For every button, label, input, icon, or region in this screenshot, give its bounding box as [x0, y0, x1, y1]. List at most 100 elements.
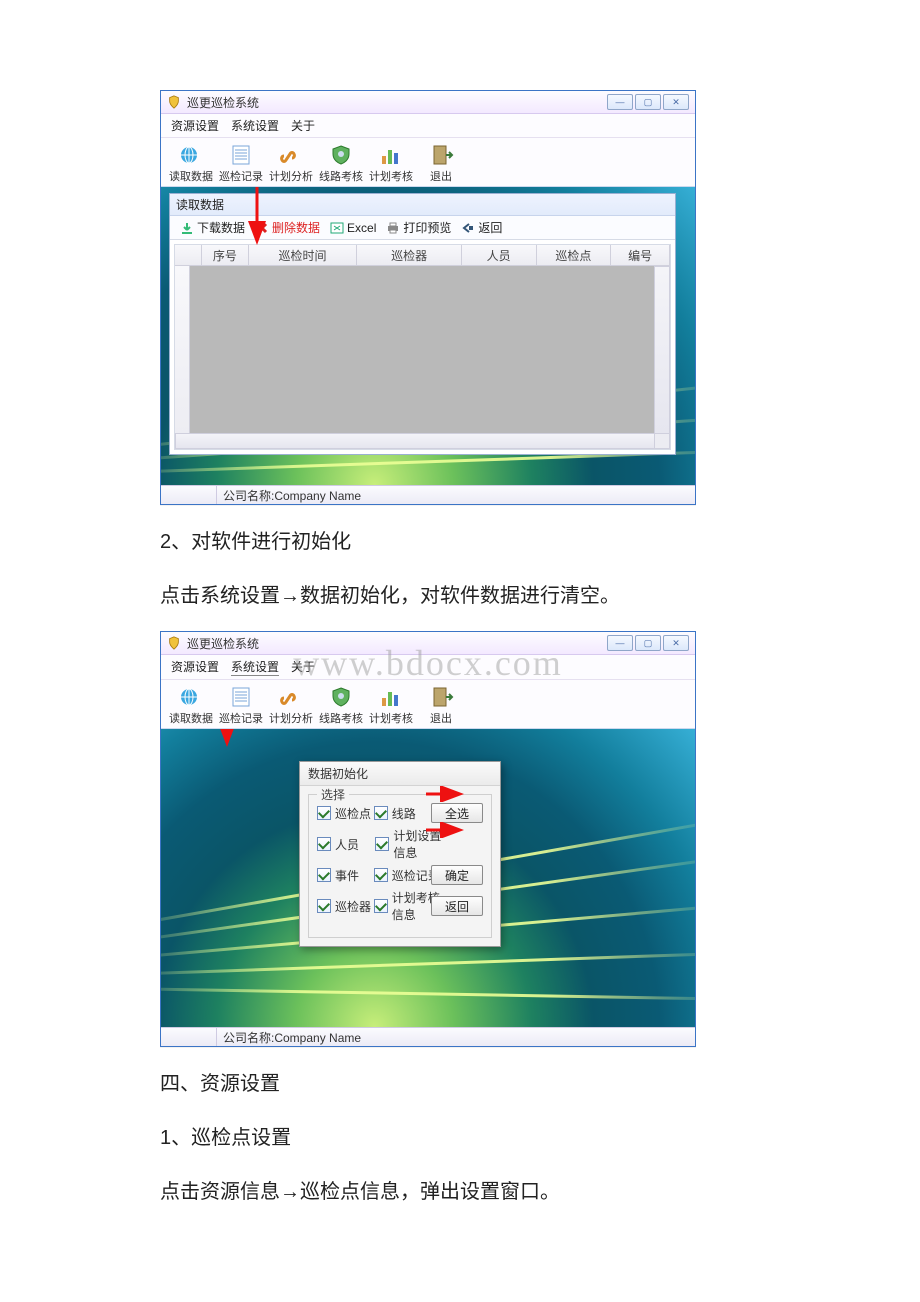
- download-icon: [180, 221, 194, 235]
- panel-tool-back[interactable]: 返回: [457, 219, 506, 236]
- panel-tool-delete-label: 删除数据: [272, 219, 320, 236]
- menu-bar: 资源设置 系统设置 关于: [161, 114, 695, 138]
- bars-icon: [377, 144, 405, 166]
- tool-read-data[interactable]: 读取数据: [167, 684, 215, 726]
- tool-read-data[interactable]: 读取数据: [167, 142, 215, 184]
- window-titlebar: 巡更巡检系统 — ▢ ✕: [161, 91, 695, 114]
- ok-button[interactable]: 确定: [431, 865, 483, 885]
- maximize-button[interactable]: ▢: [635, 635, 661, 651]
- groupbox-label: 选择: [317, 786, 349, 803]
- tool-records-label: 巡检记录: [219, 168, 263, 184]
- grid-body: [175, 266, 670, 449]
- tool-plan-assess-label: 计划考核: [369, 168, 413, 184]
- status-company: 公司名称:Company Name: [217, 1029, 361, 1046]
- scrollbar-horizontal[interactable]: [175, 433, 656, 449]
- menu-about[interactable]: 关于: [291, 117, 315, 134]
- tool-plan-assess[interactable]: 计划考核: [367, 142, 415, 184]
- tool-records[interactable]: 巡检记录: [217, 142, 265, 184]
- panel-tool-download-label: 下载数据: [197, 219, 245, 236]
- main-toolbar: 读取数据 巡检记录 计划分析 线路考核 计划考核 退出: [161, 138, 695, 187]
- shield-icon: [327, 686, 355, 708]
- tool-read-data-label: 读取数据: [169, 168, 213, 184]
- tool-plan-analyze[interactable]: 计划分析: [267, 142, 315, 184]
- col-index[interactable]: 序号: [202, 245, 249, 265]
- panel-tool-download[interactable]: 下载数据: [176, 219, 249, 236]
- col-no[interactable]: 编号: [611, 245, 670, 265]
- checkbox-point[interactable]: [317, 806, 331, 820]
- panel-toolbar: 下载数据 删除数据 Excel 打印预览: [170, 216, 675, 240]
- col-point[interactable]: 巡检点: [537, 245, 612, 265]
- back-button[interactable]: 返回: [431, 896, 483, 916]
- app-icon: [167, 636, 181, 650]
- close-button[interactable]: ✕: [663, 94, 689, 110]
- menu-system[interactable]: 系统设置: [231, 658, 279, 676]
- check-label: 事件: [335, 867, 359, 884]
- app-icon: [167, 95, 181, 109]
- panel-title: 读取数据: [170, 194, 675, 216]
- window-title: 巡更巡检系统: [187, 635, 259, 652]
- checkbox-plan-set[interactable]: [375, 837, 389, 851]
- panel-tool-excel[interactable]: Excel: [326, 221, 380, 235]
- grid-header: 序号 巡检时间 巡检器 人员 巡检点 编号: [175, 245, 670, 266]
- scrollbar-vertical[interactable]: [654, 266, 670, 435]
- checkbox-plan-assess[interactable]: [374, 899, 388, 913]
- maximize-button[interactable]: ▢: [635, 94, 661, 110]
- minimize-button[interactable]: —: [607, 635, 633, 651]
- main-toolbar: 读取数据 巡检记录 计划分析 线路考核 计划考核 退出: [161, 680, 695, 729]
- tool-line-assess[interactable]: 线路考核: [317, 142, 365, 184]
- back-icon: [461, 221, 475, 235]
- col-person[interactable]: 人员: [462, 245, 537, 265]
- tool-plan-analyze[interactable]: 计划分析: [267, 684, 315, 726]
- panel-tool-back-label: 返回: [478, 219, 502, 236]
- menu-resource[interactable]: 资源设置: [171, 658, 219, 676]
- window-title: 巡更巡检系统: [187, 94, 259, 111]
- excel-icon: [330, 221, 344, 235]
- tool-records[interactable]: 巡检记录: [217, 684, 265, 726]
- panel-tool-print[interactable]: 打印预览: [382, 219, 455, 236]
- col-time[interactable]: 巡检时间: [249, 245, 358, 265]
- checkbox-person[interactable]: [317, 837, 331, 851]
- checkbox-record[interactable]: [374, 868, 388, 882]
- tool-line-assess[interactable]: 线路考核: [317, 684, 365, 726]
- tool-exit[interactable]: 退出: [417, 142, 465, 184]
- select-all-button[interactable]: 全选: [431, 803, 483, 823]
- menu-bar: 资源设置 系统设置 关于: [161, 655, 695, 680]
- menu-about[interactable]: 关于: [291, 658, 315, 676]
- screenshot-1: 巡更巡检系统 — ▢ ✕ 资源设置 系统设置 关于 读取数据 巡检记录: [160, 90, 696, 505]
- checkbox-event[interactable]: [317, 868, 331, 882]
- shield-icon: [327, 144, 355, 166]
- col-device[interactable]: 巡检器: [357, 245, 462, 265]
- doc-sec4-heading: 四、资源设置: [160, 1065, 760, 1103]
- sheet-icon: [227, 686, 255, 708]
- door-icon: [427, 144, 455, 166]
- doc-step2-body: 点击系统设置→数据初始化，对软件数据进行清空。: [160, 577, 760, 615]
- tool-records-label: 巡检记录: [219, 710, 263, 726]
- menu-resource[interactable]: 资源设置: [171, 117, 219, 134]
- tool-line-assess-label: 线路考核: [319, 710, 363, 726]
- status-bar: 公司名称:Company Name: [161, 1027, 695, 1046]
- read-data-panel: 读取数据 下载数据 删除数据 Excel: [169, 193, 676, 455]
- check-label: 巡检器: [335, 898, 371, 915]
- check-label: 计划设置信息: [393, 827, 444, 861]
- tool-plan-analyze-label: 计划分析: [269, 168, 313, 184]
- panel-tool-delete[interactable]: 删除数据: [251, 219, 324, 236]
- tool-exit-label: 退出: [430, 168, 452, 184]
- tool-exit[interactable]: 退出: [417, 684, 465, 726]
- checkbox-device[interactable]: [317, 899, 331, 913]
- doc-step1-body: 点击资源信息→巡检点信息，弹出设置窗口。: [160, 1173, 760, 1211]
- status-bar: 公司名称:Company Name: [161, 485, 695, 504]
- globe-icon: [177, 686, 205, 708]
- tool-plan-assess[interactable]: 计划考核: [367, 684, 415, 726]
- minimize-button[interactable]: —: [607, 94, 633, 110]
- door-icon: [427, 686, 455, 708]
- data-grid[interactable]: 序号 巡检时间 巡检器 人员 巡检点 编号: [174, 244, 671, 450]
- check-label: 线路: [392, 805, 416, 822]
- menu-system[interactable]: 系统设置: [231, 117, 279, 134]
- tool-plan-assess-label: 计划考核: [369, 710, 413, 726]
- tool-plan-analyze-label: 计划分析: [269, 710, 313, 726]
- tool-exit-label: 退出: [430, 710, 452, 726]
- close-button[interactable]: ✕: [663, 635, 689, 651]
- check-label: 人员: [335, 836, 359, 853]
- link-icon: [277, 686, 305, 708]
- checkbox-line[interactable]: [374, 806, 388, 820]
